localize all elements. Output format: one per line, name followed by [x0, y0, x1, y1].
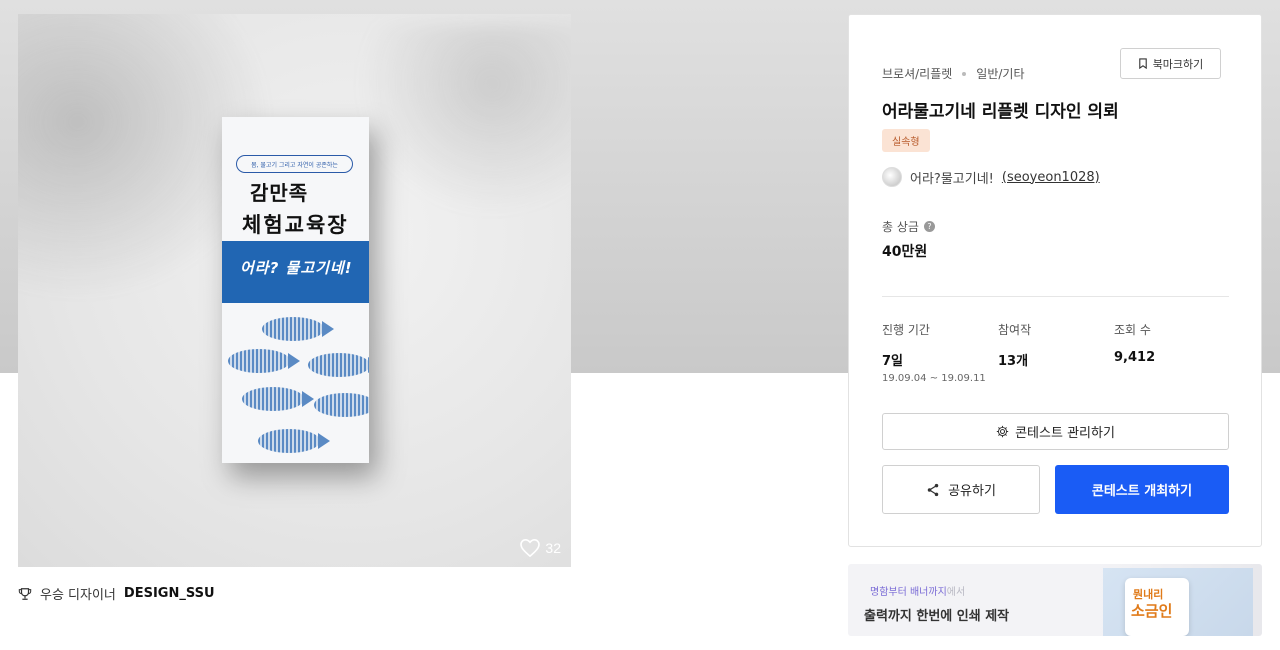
category-secondary[interactable]: 일반/기타 — [976, 65, 1024, 82]
gear-icon — [996, 425, 1009, 438]
ad-line1: 명함부터 배너까지에서 — [870, 583, 965, 598]
stat-entries-label: 참여작 — [998, 323, 1032, 337]
winner-name[interactable]: DESIGN_SSU — [124, 586, 215, 601]
question-icon[interactable]: ? — [923, 221, 935, 232]
winner-label: 우승 디자이너 — [40, 588, 116, 603]
stat-period: 진행 기간 7일 19.09.04 ~ 19.09.11 — [882, 321, 986, 384]
fish-illustration — [262, 317, 334, 341]
stat-period-label: 진행 기간 — [882, 323, 930, 337]
leaflet-image: 몸, 물고기 그리고 자연이 공존하는 감만족 체험교육장 어라? 물고기네! — [222, 117, 369, 463]
fish-illustration — [258, 429, 330, 453]
stat-entries-value: 13개 — [998, 354, 1029, 369]
bookmark-button[interactable]: 북마크하기 — [1120, 48, 1221, 79]
manage-contest-button[interactable]: 콘테스트 관리하기 — [882, 413, 1229, 450]
breadcrumb: 브로셔/리플렛 일반/기타 — [882, 65, 1025, 82]
bookmark-label: 북마크하기 — [1152, 57, 1204, 71]
ad-line1-main: 명함부터 배너까지 — [870, 587, 947, 598]
bookmark-icon — [1138, 58, 1147, 69]
leaflet-title-line1: 감만족 — [250, 181, 309, 205]
heart-icon — [520, 539, 541, 557]
author-name: 어라?물고기네! — [910, 171, 994, 187]
ad-line2: 출력까지 한번에 인쇄 제작 — [864, 609, 1010, 624]
like-button[interactable]: 32 — [520, 539, 561, 557]
stat-entries: 참여작 13개 — [998, 321, 1031, 369]
stat-views: 조회 수 9,412 — [1114, 321, 1155, 365]
manage-contest-label: 콘테스트 관리하기 — [1015, 426, 1115, 441]
leaf-shadow-decoration-2 — [348, 24, 571, 224]
leaflet-small-text: 몸, 물고기 그리고 자연이 공존하는 — [236, 155, 353, 173]
author-id[interactable]: (seoyeon1028) — [1002, 170, 1100, 185]
share-label: 공유하기 — [948, 484, 996, 499]
stat-period-value: 7일 — [882, 354, 904, 369]
fish-illustration — [228, 349, 300, 373]
fish-illustration — [242, 387, 314, 411]
fish-illustration — [314, 393, 369, 417]
tier-badge: 실속형 — [882, 129, 930, 152]
winner-info: 우승 디자이너 DESIGN_SSU — [18, 584, 215, 603]
fish-illustration — [308, 353, 369, 377]
prize-label-text: 총 상금 — [882, 220, 919, 234]
leaflet-title-line2: 체험교육장 — [242, 213, 349, 237]
divider — [882, 296, 1229, 297]
print-ad-banner[interactable]: 명함부터 배너까지에서 출력까지 한번에 인쇄 제작 뭔내리 소금인 — [848, 564, 1262, 636]
prize-label: 총 상금 ? — [882, 218, 935, 235]
stat-views-label: 조회 수 — [1114, 323, 1151, 337]
breadcrumb-separator — [962, 71, 967, 76]
stat-period-range: 19.09.04 ~ 19.09.11 — [882, 373, 986, 384]
share-icon — [927, 483, 939, 496]
contest-info-panel: 브로셔/리플렛 일반/기타 북마크하기 어라물고기네 리플렛 디자인 의뢰 실속… — [848, 14, 1262, 547]
contest-artwork[interactable]: 몸, 물고기 그리고 자연이 공존하는 감만족 체험교육장 어라? 물고기네! … — [18, 14, 571, 567]
leaflet-banner-text: 어라? 물고기네! — [240, 259, 353, 277]
host-contest-button[interactable]: 콘테스트 개최하기 — [1055, 465, 1229, 514]
ad-product-image: 뭔내리 소금인 — [1103, 568, 1253, 636]
contest-title: 어라물고기네 리플렛 디자인 의뢰 — [882, 102, 1119, 122]
category-primary[interactable]: 브로셔/리플렛 — [882, 65, 952, 82]
ad-line1-fade: 에서 — [946, 587, 966, 598]
author-info[interactable]: 어라?물고기네! (seoyeon1028) — [882, 167, 1100, 187]
share-button[interactable]: 공유하기 — [882, 465, 1040, 514]
avatar — [882, 167, 902, 187]
like-count: 32 — [545, 540, 561, 556]
stat-views-value: 9,412 — [1114, 350, 1156, 365]
prize-value: 40만원 — [882, 244, 928, 260]
trophy-icon — [18, 587, 32, 600]
ad-product-text2: 소금인 — [1131, 602, 1173, 620]
